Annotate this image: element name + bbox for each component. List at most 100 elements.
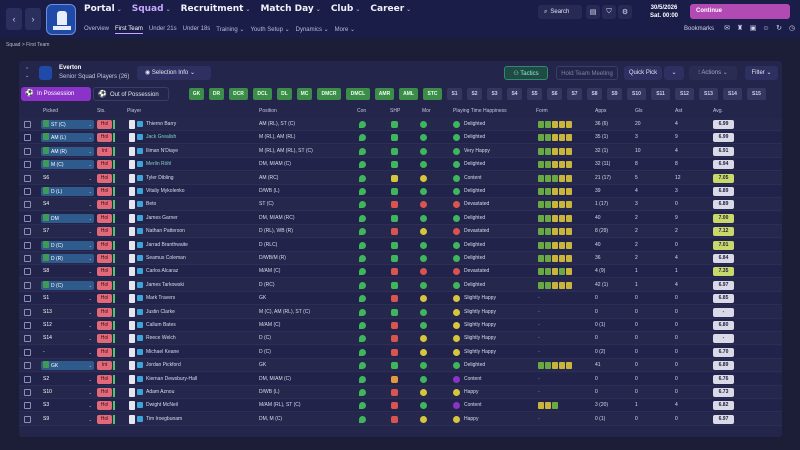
position-chip[interactable]: DCR [229, 88, 248, 100]
chat-icon[interactable]: ✉ [723, 25, 731, 33]
table-row[interactable]: S4 ⌄ Hol Beto ST (C) Devastated 1 (17) 3 0 6.89 [19, 198, 782, 212]
col-mor[interactable]: Mor [422, 108, 431, 114]
picked-position-dropdown[interactable]: S4 ⌄ [41, 200, 94, 209]
player-name-link[interactable]: Tyler Dibling [146, 172, 256, 185]
subnav-item[interactable]: More ⌄ [335, 26, 355, 34]
row-checkbox[interactable] [24, 308, 31, 316]
table-row[interactable]: AM (R) ⌄ Int Iliman N'Diaye M (RL), AM (RL),… [19, 144, 782, 158]
settings-button[interactable]: ⚙ [618, 5, 632, 19]
team-header[interactable]: ⌃ ⌄ Everton Senior Squad Players (26) [25, 65, 155, 83]
picked-position-dropdown[interactable]: S10 ⌄ [41, 388, 94, 397]
position-chip[interactable]: S6 [547, 88, 562, 100]
picked-position-dropdown[interactable]: AM (L) ⌄ [41, 133, 94, 143]
table-row[interactable]: D (C) ⌄ Hol Jarrad Branthwaite D (RLC) Deligh… [19, 238, 782, 252]
out-of-possession-tab[interactable]: ⚽ Out of Possession [93, 87, 169, 101]
breadcrumb[interactable]: Squad > First Team [6, 42, 49, 48]
player-name-link[interactable]: Jarrad Branthwaite [146, 239, 256, 252]
col-sts[interactable]: Sts. [97, 108, 106, 114]
inbox-button[interactable]: ▤ [586, 5, 600, 19]
picked-position-dropdown[interactable]: D (L) ⌄ [41, 187, 94, 196]
picked-position-dropdown[interactable]: S6 ⌄ [41, 174, 94, 183]
subnav-item[interactable]: Training ⌄ [216, 26, 244, 34]
player-name-link[interactable]: Beto [146, 198, 256, 211]
position-chip[interactable]: S1 [447, 88, 462, 100]
picked-position-dropdown[interactable]: S8 ⌄ [41, 267, 94, 276]
lock-icon[interactable]: ▣ [749, 25, 757, 33]
hold-team-meeting-button[interactable]: Hold Team Meeting [556, 66, 618, 80]
player-name-link[interactable]: Iliman N'Diaye [146, 145, 256, 158]
picked-position-dropdown[interactable]: S9 ⌄ [41, 415, 94, 424]
subnav-item[interactable]: Under 21s [149, 26, 177, 34]
tactics-button[interactable]: ⚇ Tactics [504, 66, 548, 80]
col-con[interactable]: Con [357, 108, 366, 114]
picked-position-dropdown[interactable]: S3 ⌄ [41, 401, 94, 410]
position-chip[interactable]: S2 [467, 88, 482, 100]
filter-button[interactable]: Filter ⌄ [745, 66, 778, 80]
shirt-icon[interactable]: ♜ [736, 25, 744, 33]
row-checkbox[interactable] [24, 281, 31, 289]
position-chip[interactable]: DR [209, 88, 224, 100]
col-form[interactable]: Form [536, 108, 548, 114]
people-icon[interactable]: ☺ [762, 25, 770, 33]
table-row[interactable]: D (C) ⌄ Hol James Tarkowski D (RC) Delighted 4… [19, 278, 782, 292]
picked-position-dropdown[interactable]: S14 ⌄ [41, 334, 94, 343]
player-name-link[interactable]: Kiernan Dewsbury-Hall [146, 373, 256, 386]
col-ast[interactable]: Ast [675, 108, 682, 114]
player-name-link[interactable]: Nathan Patterson [146, 225, 256, 238]
nav-squad[interactable]: Squad ⌄ [132, 4, 171, 18]
table-row[interactable]: - ⌄ Hol Michael Keane D (C) Slightly Happy -0 … [19, 345, 782, 359]
player-name-link[interactable]: Adam Aznou [146, 386, 256, 399]
club-crest[interactable] [46, 4, 76, 35]
table-row[interactable]: S8 ⌄ Hol Carlos Alcaraz M/AM (C) Devastated 4 … [19, 265, 782, 279]
player-name-link[interactable]: Seamus Coleman [146, 252, 256, 265]
nav-portal[interactable]: Portal ⌄ [84, 4, 122, 18]
row-checkbox[interactable] [24, 228, 31, 236]
subnav-item[interactable]: Dynamics ⌄ [296, 26, 329, 34]
back-button[interactable]: ‹ [6, 8, 22, 30]
player-name-link[interactable]: James Tarkowski [146, 279, 256, 292]
table-row[interactable]: S2 ⌄ Hol Kiernan Dewsbury-Hall DM, M/AM (C) C… [19, 372, 782, 386]
position-chip[interactable]: DCL [253, 88, 272, 100]
quick-pick-menu-button[interactable]: ⌄ [664, 66, 684, 80]
player-name-link[interactable]: Justin Clarke [146, 306, 256, 319]
position-chip[interactable]: STC [423, 88, 442, 100]
picked-position-dropdown[interactable]: D (C) ⌄ [41, 240, 94, 250]
table-row[interactable]: AM (L) ⌄ Hol Jack Grealish M (RL), AM (RL) De… [19, 131, 782, 145]
selection-info-dropdown[interactable]: ◉ Selection Info ⌄ [137, 66, 211, 80]
position-chip[interactable]: S5 [527, 88, 542, 100]
picked-position-dropdown[interactable]: S2 ⌄ [41, 375, 94, 384]
position-chip[interactable]: S8 [587, 88, 602, 100]
player-name-link[interactable]: Merlin Röhl [146, 158, 256, 171]
in-possession-tab[interactable]: ⚽ In Possession [21, 87, 91, 101]
picked-position-dropdown[interactable]: S1 ⌄ [41, 294, 94, 303]
position-chip[interactable]: AMR [375, 88, 394, 100]
player-name-link[interactable]: Reece Welch [146, 332, 256, 345]
forward-button[interactable]: › [25, 8, 41, 30]
player-name-link[interactable]: Tim Iroegbunam [146, 413, 256, 426]
table-row[interactable]: ST (C) ⌄ Hol Thierno Barry AM (RL), ST (C) De… [19, 118, 782, 131]
position-chip[interactable]: S10 [627, 88, 646, 100]
clock-icon[interactable]: ◷ [788, 25, 796, 33]
table-row[interactable]: S9 ⌄ Hol Tim Iroegbunam DM, M (C) Happy - 0 (1)… [19, 412, 782, 426]
position-chip[interactable]: GK [189, 88, 204, 100]
player-name-link[interactable]: Michael Keane [146, 346, 256, 359]
picked-position-dropdown[interactable]: AM (R) ⌄ [41, 146, 94, 156]
position-chip[interactable]: S14 [723, 88, 742, 100]
col-pth[interactable]: Playing Time Happiness [453, 108, 507, 114]
picked-position-dropdown[interactable]: D (C) ⌄ [41, 280, 94, 290]
col-position[interactable]: Position [259, 108, 277, 114]
col-shp[interactable]: SHP [390, 108, 400, 114]
row-checkbox[interactable] [24, 389, 31, 396]
quick-pick-button[interactable]: Quick Pick [624, 66, 662, 80]
table-row[interactable]: S13 ⌄ Hol Justin Clarke M (C), AM (RL), ST (… [19, 305, 782, 319]
table-row[interactable]: S6 ⌄ Hol Tyler Dibling AM (RC) Content 21 (17)… [19, 171, 782, 185]
picked-position-dropdown[interactable]: S13 ⌄ [41, 308, 94, 317]
search-button[interactable]: ⌕ Search [538, 5, 582, 19]
subnav-item[interactable]: First Team [115, 26, 143, 34]
picked-position-dropdown[interactable]: ST (C) ⌄ [41, 120, 94, 129]
table-row[interactable]: D (L) ⌄ Hol Vitaliy Mykolenko D/WB (L) Deligh… [19, 185, 782, 198]
col-apps[interactable]: Apps [595, 108, 606, 114]
position-chip[interactable]: S4 [507, 88, 522, 100]
position-chip[interactable]: S3 [487, 88, 502, 100]
row-checkbox[interactable] [24, 134, 31, 142]
